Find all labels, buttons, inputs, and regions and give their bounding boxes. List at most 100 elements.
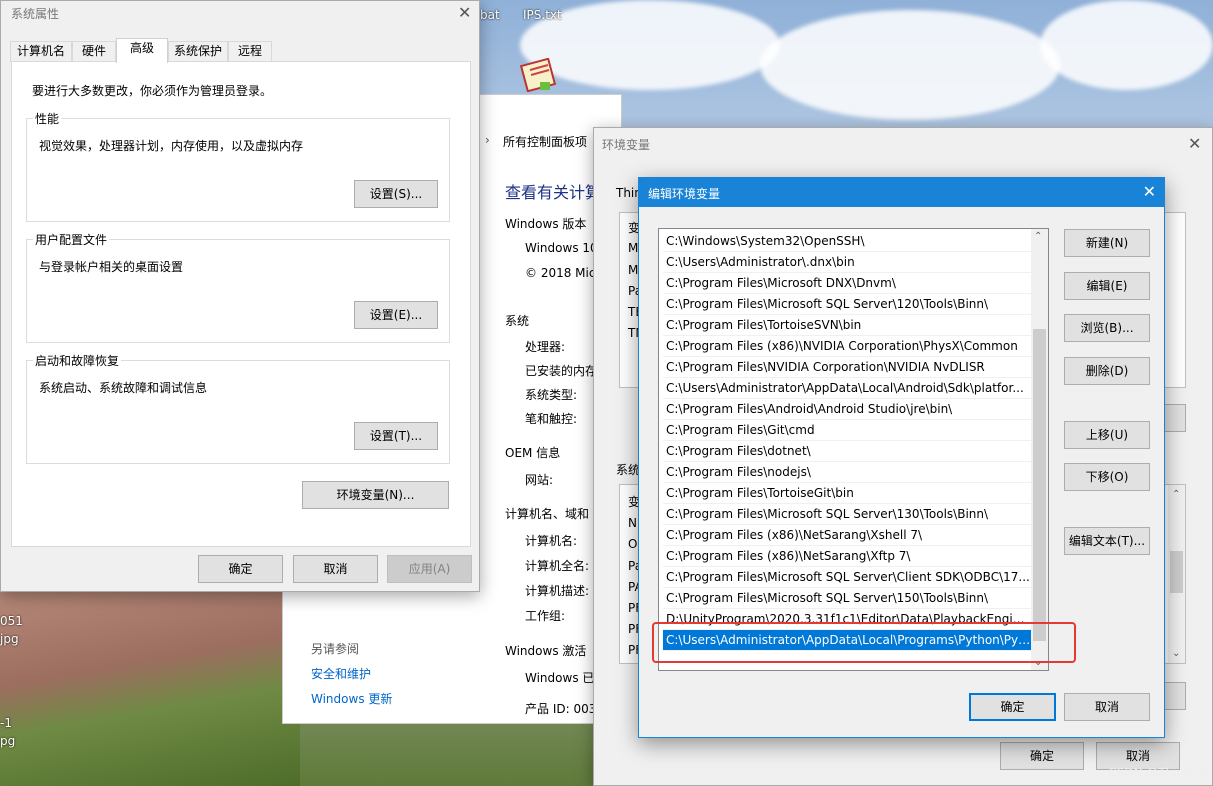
scroll-down-icon[interactable]: ⌄ [1172,648,1180,659]
watermark: CSDN @Thinbug [1108,766,1207,780]
path-list-item[interactable]: C:\Program Files\Microsoft SQL Server\Cl… [663,567,1031,588]
new-button[interactable]: 新建(N) [1064,229,1150,257]
scrollbar-thumb[interactable] [1033,329,1046,641]
edit-text-button[interactable]: 编辑文本(T)... [1064,527,1150,555]
path-list-item[interactable]: C:\Program Files\dotnet\ [663,441,1031,462]
ok-button[interactable]: 确定 [1000,742,1084,770]
info-label: 已安装的内存 [525,364,598,378]
breadcrumb[interactable]: 所有控制面板项 [503,133,587,150]
activation-status: Windows 已 [525,671,595,685]
group-title: 启动和故障恢复 [33,352,122,369]
info-label: 工作组: [525,609,566,623]
admin-note: 要进行大多数更改，你必须作为管理员登录。 [32,84,273,98]
system-variables-label: 系统 [616,463,641,477]
ok-button[interactable]: 确定 [969,693,1056,721]
breadcrumb-separator: › [485,133,490,147]
list-item[interactable]: N [628,516,637,530]
close-icon[interactable]: ✕ [458,3,471,22]
cancel-button[interactable]: 取消 [1064,693,1150,721]
path-list-item[interactable]: C:\Program Files\Microsoft SQL Server\12… [663,294,1031,315]
ok-button[interactable]: 确定 [198,555,283,583]
profile-settings-button[interactable]: 设置(E)... [354,301,438,329]
scrollbar[interactable]: ⌃ ⌄ [1031,229,1048,670]
path-list-item[interactable]: C:\Program Files\Android\Android Studio\… [663,399,1031,420]
cloud [1040,0,1213,90]
title-bar: 编辑环境变量 ✕ [639,178,1164,207]
environment-variables-button[interactable]: 环境变量(N)... [302,481,449,509]
path-list-item[interactable]: C:\Windows\System32\OpenSSH\ [663,231,1031,252]
windows-update-link[interactable]: Windows 更新 [311,690,392,707]
tab-remote[interactable]: 远程 [228,41,272,62]
notepad-icon[interactable] [520,58,560,92]
close-icon[interactable]: ✕ [1188,134,1201,153]
tab-computer-name[interactable]: 计算机名 [10,41,72,62]
startup-settings-button[interactable]: 设置(T)... [354,422,438,450]
path-list-item[interactable]: C:\Program Files (x86)\NetSarang\Xftp 7\ [663,546,1031,567]
group-description: 系统启动、系统故障和调试信息 [39,381,208,395]
info-label: 计算机全名: [525,559,590,573]
desktop-file-label[interactable]: -1 [0,716,12,730]
desktop-file-label[interactable]: jpg [0,632,19,646]
info-label: 计算机描述: [525,584,590,598]
cloud [760,10,1060,120]
tab-hardware[interactable]: 硬件 [72,41,116,62]
desktop-file-label[interactable]: 051 [0,614,23,628]
window-title: 环境变量 [602,138,651,152]
apply-button[interactable]: 应用(A) [387,555,472,583]
edit-button[interactable]: 编辑(E) [1064,272,1150,300]
list-item[interactable]: M [628,241,638,255]
user-profile-group: 用户配置文件 与登录帐户相关的桌面设置 设置(E)... [26,231,450,343]
move-up-button[interactable]: 上移(U) [1064,421,1150,449]
cancel-button[interactable]: 取消 [293,555,378,583]
scrollbar[interactable]: ⌃ ⌄ [1168,485,1185,663]
path-list-item[interactable]: C:\Users\Administrator\.dnx\bin [663,252,1031,273]
delete-button[interactable]: 删除(D) [1064,357,1150,385]
desktop-file-label[interactable]: pg [0,734,15,748]
info-label: 计算机名: [525,534,578,548]
path-list-item[interactable]: C:\Program Files\Microsoft DNX\Dnvm\ [663,273,1031,294]
window-title: 编辑环境变量 [648,187,721,201]
section-heading: 计算机名、域和 [505,507,590,521]
path-list-item[interactable]: C:\Program Files\Git\cmd [663,420,1031,441]
info-label: 笔和触控: [525,412,578,426]
list-item[interactable]: O [628,537,637,551]
section-heading: OEM 信息 [505,446,561,460]
security-link[interactable]: 安全和维护 [311,665,371,682]
desktop-file-label[interactable]: IPS.txt [523,8,562,22]
section-heading: Windows 激活 [505,644,587,658]
scroll-up-icon[interactable]: ⌃ [1034,231,1042,242]
section-heading: Windows 版本 [505,217,587,231]
path-list-item[interactable]: C:\Program Files\Microsoft SQL Server\15… [663,588,1031,609]
path-list-item[interactable]: C:\Program Files\NVIDIA Corporation\NVID… [663,357,1031,378]
see-also-heading: 另请参阅 [311,642,360,656]
info-label: 处理器: [525,340,566,354]
path-list-item[interactable]: C:\Program Files (x86)\NetSarang\Xshell … [663,525,1031,546]
windows-name: Windows 10 [525,241,598,255]
window-title: 系统属性 [11,7,60,21]
tab-system-protection[interactable]: 系统保护 [168,41,228,62]
path-list-item[interactable]: C:\Program Files\Microsoft SQL Server\13… [663,504,1031,525]
path-list-item[interactable]: C:\Users\Administrator\AppData\Local\And… [663,378,1031,399]
path-list-item[interactable]: C:\Program Files\TortoiseGit\bin [663,483,1031,504]
list-item[interactable]: M [628,263,638,277]
tab-advanced[interactable]: 高级 [116,38,168,63]
performance-group: 性能 视觉效果，处理器计划，内存使用，以及虚拟内存 设置(S)... [26,110,450,222]
performance-settings-button[interactable]: 设置(S)... [354,180,438,208]
path-list-item[interactable]: C:\Program Files\TortoiseSVN\bin [663,315,1031,336]
group-description: 视觉效果，处理器计划，内存使用，以及虚拟内存 [39,139,304,153]
group-title: 性能 [33,110,62,127]
section-heading: 系统 [505,314,530,328]
scrollbar-thumb[interactable] [1170,551,1183,593]
close-icon[interactable]: ✕ [1143,182,1156,201]
ground-area [0,586,300,786]
browse-button[interactable]: 浏览(B)... [1064,314,1150,342]
desktop-file-label[interactable]: bat [480,8,500,22]
group-description: 与登录帐户相关的桌面设置 [39,260,184,274]
path-list-item[interactable]: C:\Program Files\nodejs\ [663,462,1031,483]
scroll-up-icon[interactable]: ⌃ [1172,489,1180,500]
path-list-item[interactable]: C:\Program Files (x86)\NVIDIA Corporatio… [663,336,1031,357]
path-list: C:\Windows\System32\OpenSSH\ C:\Users\Adm… [658,228,1049,671]
copyright: © 2018 Mic [525,266,596,280]
startup-recovery-group: 启动和故障恢复 系统启动、系统故障和调试信息 设置(T)... [26,352,450,464]
move-down-button[interactable]: 下移(O) [1064,463,1150,491]
